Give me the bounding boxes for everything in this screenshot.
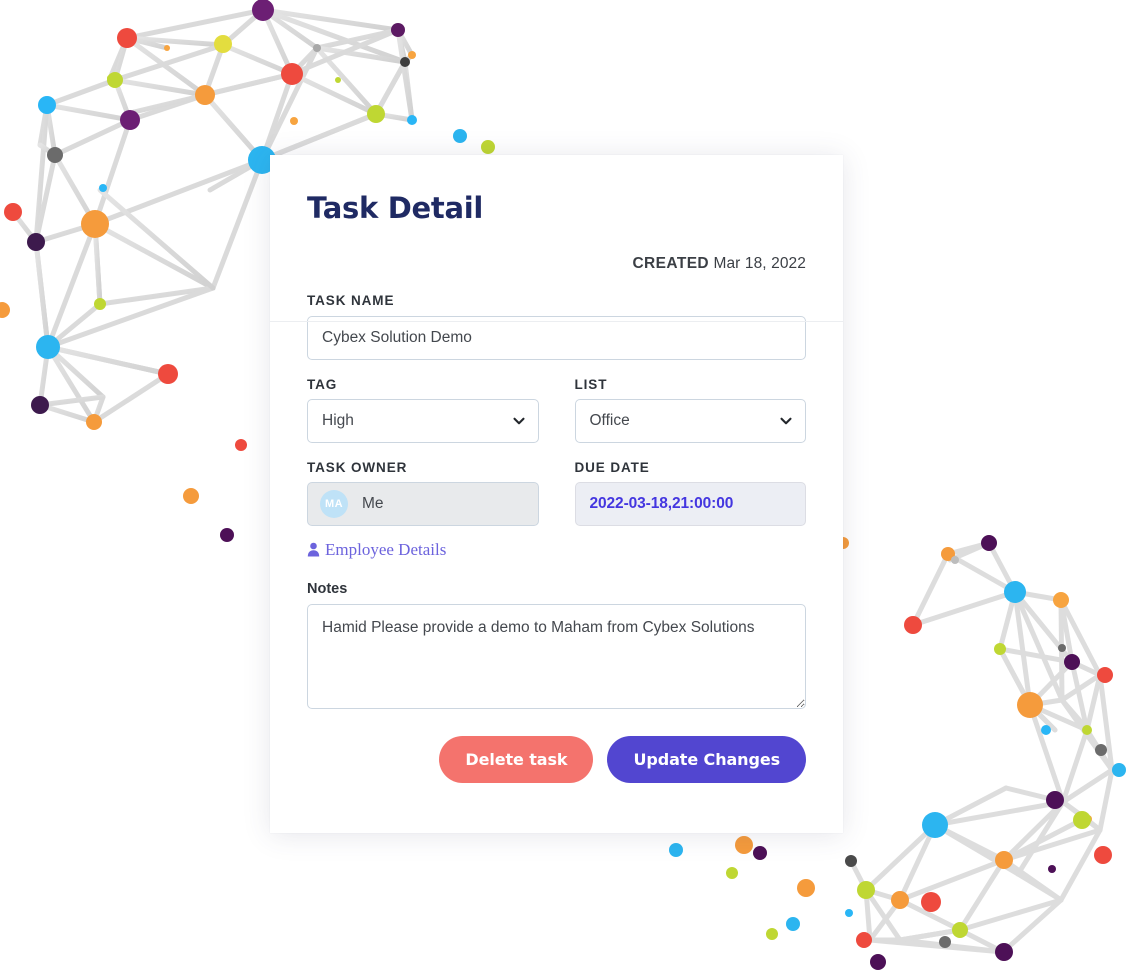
list-select[interactable]: Office: [574, 398, 806, 443]
action-buttons: Delete task Update Changes: [307, 736, 806, 784]
task-owner-field[interactable]: MA Me: [307, 481, 539, 526]
due-date-field[interactable]: 2022-03-18,21:00:00: [574, 481, 806, 526]
tag-label: TAG: [307, 376, 338, 392]
tag-list-row: TAG High LIST Office: [307, 360, 806, 443]
notes-textarea[interactable]: Hamid Please provide a demo to Maham fro…: [307, 604, 806, 710]
owner-due-row: TASK OWNER MA Me DUE DATE 2022-03-18,21:…: [307, 443, 806, 526]
user-icon: [307, 542, 320, 557]
task-owner-name: Me: [362, 494, 384, 512]
created-value: Mar 18, 2022: [713, 254, 806, 272]
page-root: Task Detail CREATED Mar 18, 2022 TASK NA…: [0, 0, 1127, 970]
header-divider: [270, 320, 843, 322]
page-title: Task Detail: [307, 191, 484, 225]
task-name-input[interactable]: [307, 315, 806, 360]
delete-task-button[interactable]: Delete task: [439, 736, 594, 784]
tag-select[interactable]: High: [307, 398, 539, 443]
avatar: MA: [320, 489, 348, 518]
list-label: LIST: [574, 376, 608, 392]
created-row: CREATED Mar 18, 2022: [307, 255, 806, 273]
created-label: CREATED: [632, 254, 710, 272]
task-name-label: TASK NAME: [307, 292, 395, 308]
due-date-label: DUE DATE: [574, 459, 650, 475]
employee-details-link[interactable]: Employee Details: [307, 540, 446, 560]
notes-label: Notes: [307, 581, 348, 598]
employee-details-label: Employee Details: [325, 539, 447, 559]
due-date-value: 2022-03-18,21:00:00: [589, 494, 734, 512]
task-detail-card: Task Detail CREATED Mar 18, 2022 TASK NA…: [270, 155, 843, 833]
task-owner-label: TASK OWNER: [307, 459, 408, 475]
update-changes-button[interactable]: Update Changes: [607, 736, 806, 784]
